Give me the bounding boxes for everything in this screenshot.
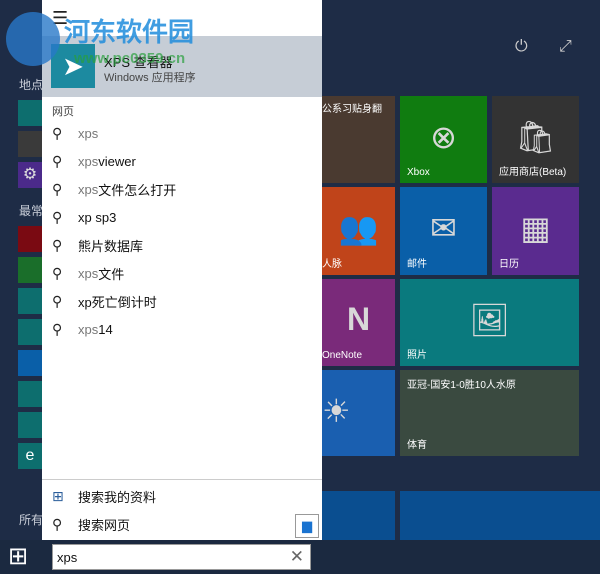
photos-tile[interactable]: 🖼 照片 [400,279,579,366]
feedback-icon[interactable]: ▆ [295,514,319,538]
watermark-title: 河东软件园 [64,17,195,47]
label: 搜索我的资料 [78,489,157,505]
app-icon[interactable] [18,257,42,283]
app-icon[interactable] [18,319,42,345]
search-box[interactable]: xps ✕ [52,544,311,570]
search-my-stuff-button[interactable]: ⊞ 搜索我的资料 [52,484,156,508]
best-match-subtitle: Windows 应用程序 [104,72,196,84]
tile-label: OneNote [322,350,363,361]
sun-icon: ☀ [322,393,351,429]
label: 搜索网页 [78,517,131,533]
sports-headline: 亚冠-国安1-0胜10人水原 [407,380,516,391]
suggestion-query: xps [78,265,99,281]
sports-tile[interactable]: 亚冠-国安1-0胜10人水原 体育 [400,370,579,456]
app-icon[interactable] [18,350,42,376]
tile-label: 日历 [499,259,519,270]
suggestion-rest: 文件怎么打开 [98,182,177,198]
suggestion-rest: viewer [98,153,136,169]
search-icon: ⚲ [52,264,63,281]
expand-icon[interactable]: ⤢ [559,38,572,56]
power-icon[interactable]: ⏻ [515,38,528,56]
suggestion-query: xps [78,181,99,197]
clear-icon[interactable]: ✕ [290,547,304,567]
search-icon: ⚲ [52,208,63,225]
search-panel: ☰ ➤ XPS 查看器 Windows 应用程序 网页 ⚲ xps ⚲ xps vie… [42,0,322,540]
people-icon: 👥 [338,210,379,246]
documents-icon[interactable] [18,131,42,157]
calendar-icon: ▦ [520,210,551,246]
settings-gear-icon[interactable]: ⚙ [18,162,42,188]
mail-icon: ✉ [430,210,457,246]
onenote-icon: N [346,301,371,337]
tile-label: 体育 [407,440,427,451]
xbox-icon: ⊗ [430,119,457,155]
search-icon: ⚲ [52,236,63,253]
calendar-tile[interactable]: ▦ 日历 [492,187,579,275]
search-icon: ⚲ [52,152,63,169]
news-tile[interactable]: 公系习贴身翻 [322,96,395,183]
search-web-button[interactable]: ⚲ 搜索网页 [52,512,130,536]
store-tile[interactable]: 🛍 应用商店(Beta) [492,96,579,183]
suggestion-query: xps [78,153,99,169]
suggestion-item[interactable]: ⚲ 熊片数据库 [52,233,143,257]
weather-tile[interactable]: ☀ [322,370,395,456]
app-icon[interactable] [18,288,42,314]
suggestion-item[interactable]: ⚲ xp死亡倒计时 [52,289,157,313]
tile-label: Xbox [407,167,430,178]
app-icon[interactable] [18,412,42,438]
suggestion-rest: xp死亡倒计时 [78,294,157,310]
search-icon: ⚲ [52,180,63,197]
ie-icon[interactable]: e [18,443,42,469]
suggestion-query: xps [78,321,99,337]
app-icon[interactable] [18,381,42,407]
news-headline: 公系习贴身翻 [322,104,382,115]
suggestion-rest: 文件 [98,266,125,282]
tile-label: 人脉 [322,259,342,270]
suggestion-item[interactable]: ⚲ xps [52,121,98,145]
web-section-label: 网页 [52,106,74,118]
search-icon: ⚲ [52,515,63,532]
app-icon[interactable] [18,226,42,252]
suggestion-query: xps [78,125,99,141]
tile-label: 邮件 [407,259,427,270]
onenote-tile[interactable]: N OneNote [322,279,395,366]
suggestion-item[interactable]: ⚲ xps 文件 [52,261,124,285]
all-apps-label[interactable]: 所有 [19,511,43,528]
mail-tile[interactable]: ✉ 邮件 [400,187,487,275]
divider [42,479,322,480]
suggestion-rest: xp sp3 [78,209,117,225]
search-icon: ⚲ [52,320,63,337]
watermark-url: www.pc0359.cn [74,50,186,67]
watermark-logo [6,12,60,66]
store-bag-icon: 🛍 [515,119,556,155]
search-icon: ⚲ [52,292,63,309]
tile-label: 照片 [407,350,427,361]
places-label: 地点 [19,78,44,92]
suggestion-item[interactable]: ⚲ xp sp3 [52,205,116,229]
tile-label: 应用商店(Beta) [499,167,567,178]
photos-icon: 🖼 [469,302,510,338]
suggestion-item[interactable]: ⚲ xps 14 [52,317,113,341]
search-icon: ⚲ [52,124,63,141]
search-input[interactable]: xps [57,550,77,565]
tile[interactable] [400,491,600,540]
xbox-tile[interactable]: ⊗ Xbox [400,96,487,183]
file-explorer-icon[interactable] [18,100,42,126]
suggestion-rest: 14 [98,321,113,337]
suggestion-item[interactable]: ⚲ xps viewer [52,149,136,173]
people-tile[interactable]: 👥 人脉 [322,187,395,275]
windows-icon: ⊞ [52,487,64,504]
start-windows-icon[interactable]: ⊞ [8,544,28,570]
tile[interactable] [322,491,395,540]
suggestion-rest: 熊片数据库 [78,238,144,254]
most-used-label: 最常 [19,204,44,218]
suggestion-item[interactable]: ⚲ xps 文件怎么打开 [52,177,176,201]
